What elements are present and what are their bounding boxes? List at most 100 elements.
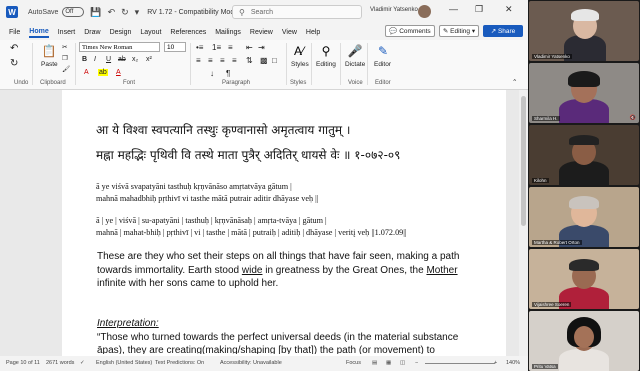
text-predictions-status[interactable]: Text Predictions: On: [155, 360, 204, 366]
styles-group-label: Styles: [290, 80, 307, 86]
paste-icon[interactable]: 📋: [41, 43, 57, 59]
close-button[interactable]: ✕: [505, 4, 513, 15]
borders-icon[interactable]: □: [272, 56, 277, 65]
strikethrough-button[interactable]: ab: [118, 56, 126, 63]
subscript-button[interactable]: x₂: [132, 56, 138, 63]
tab-draw[interactable]: Draw: [84, 28, 100, 37]
page-count[interactable]: Page 10 of 11: [6, 360, 40, 366]
tab-layout[interactable]: Layout: [140, 28, 161, 37]
format-painter-icon[interactable]: 🖌: [62, 65, 70, 73]
highlight-icon[interactable]: ab: [98, 69, 108, 76]
microphone-icon[interactable]: 🎤: [347, 43, 363, 59]
font-size-select[interactable]: 10: [164, 42, 186, 52]
collapse-ribbon-icon[interactable]: ⌃: [512, 78, 517, 86]
dictate-button[interactable]: Dictate: [345, 61, 365, 68]
paste-label[interactable]: Paste: [41, 61, 58, 68]
participant-name: Vladimir Yatsenko: [532, 54, 572, 59]
show-marks-icon[interactable]: ¶: [226, 69, 230, 78]
tab-view[interactable]: View: [282, 28, 297, 37]
copy-icon[interactable]: ❐: [62, 54, 68, 62]
editor-button[interactable]: Editor: [374, 61, 391, 68]
numbering-icon[interactable]: 1≡: [212, 43, 221, 52]
participant-name: Pritu Vatsa: [532, 364, 558, 369]
minimize-button[interactable]: —: [449, 4, 458, 14]
read-mode-icon[interactable]: ▤: [372, 360, 377, 366]
undo-icon[interactable]: ↶: [10, 43, 18, 54]
styles-button[interactable]: Styles: [291, 61, 309, 68]
word-count[interactable]: 2671 words: [46, 360, 74, 366]
find-icon[interactable]: ⚲: [318, 43, 334, 59]
proofing-icon[interactable]: ✓: [80, 360, 85, 366]
line-spacing-icon[interactable]: ⇅: [246, 56, 253, 65]
share-button[interactable]: ↗ Share: [483, 25, 523, 37]
zoom-level[interactable]: 140%: [506, 360, 520, 366]
focus-button[interactable]: Focus: [346, 360, 361, 366]
translation-text-2: in greatness by the Great Ones, the: [262, 264, 427, 276]
participant-tile[interactable]: Pritu Vatsa: [529, 311, 639, 371]
comments-button[interactable]: 💬 Comments: [385, 25, 435, 37]
zoom-in-icon[interactable]: +: [494, 360, 497, 366]
maximize-button[interactable]: ❐: [475, 4, 483, 15]
search-box[interactable]: ⚲ Search: [232, 5, 362, 19]
font-name-select[interactable]: Times New Roman: [79, 42, 160, 52]
tab-design[interactable]: Design: [110, 28, 132, 37]
align-left-icon[interactable]: ≡: [196, 56, 201, 65]
tab-home[interactable]: Home: [29, 27, 49, 38]
word-window: W AutoSave Off 💾 ↶ ↻ ▾ RV 1.72 - Compati…: [0, 0, 528, 371]
superscript-button[interactable]: x²: [146, 56, 152, 63]
editing-button[interactable]: Editing: [316, 61, 336, 68]
tab-file[interactable]: File: [9, 28, 20, 37]
italic-button[interactable]: I: [94, 56, 96, 63]
user-avatar[interactable]: [418, 5, 431, 18]
participant-tile[interactable]: Vijaishree Soeren: [529, 249, 639, 309]
bullets-icon[interactable]: •≡: [196, 43, 203, 52]
autosave-toggle[interactable]: Off: [62, 7, 85, 17]
zoom-out-icon[interactable]: −: [415, 360, 418, 366]
tab-review[interactable]: Review: [250, 28, 273, 37]
redo-icon[interactable]: ↻: [10, 58, 18, 69]
undo-group-label: Undo: [14, 80, 29, 86]
user-name[interactable]: Vladimir Yatsenko: [370, 7, 418, 13]
autosave-label: AutoSave: [28, 8, 59, 16]
participant-tile[interactable]: Sharmila H. 🔇: [529, 63, 639, 123]
web-layout-icon[interactable]: ◫: [400, 360, 405, 366]
scroll-thumb[interactable]: [521, 96, 526, 226]
tab-mailings[interactable]: Mailings: [215, 28, 241, 37]
justify-icon[interactable]: ≡: [232, 56, 237, 65]
styles-icon[interactable]: A⁄: [291, 43, 307, 59]
language-indicator[interactable]: English (United States): [96, 360, 152, 366]
editing-mode-button[interactable]: ✎ Editing ▾: [439, 25, 479, 37]
sort-icon[interactable]: ↓: [210, 69, 214, 78]
accessibility-status[interactable]: Accessibility: Unavailable: [220, 360, 282, 366]
share-label: Share: [497, 27, 516, 35]
bold-button[interactable]: B: [82, 56, 87, 63]
tab-help[interactable]: Help: [306, 28, 320, 37]
align-center-icon[interactable]: ≡: [208, 56, 213, 65]
mic-muted-icon: 🔇: [629, 115, 636, 121]
vertical-scrollbar[interactable]: [519, 90, 528, 356]
tab-references[interactable]: References: [170, 28, 206, 37]
decrease-indent-icon[interactable]: ⇤: [246, 43, 253, 52]
print-layout-icon[interactable]: ▦: [386, 360, 391, 366]
editor-pen-icon[interactable]: ✎: [375, 43, 391, 59]
status-bar: Page 10 of 11 2671 words ✓ English (Unit…: [0, 356, 528, 371]
customize-qat-icon[interactable]: ▾: [135, 7, 140, 18]
participant-tile[interactable]: Martha & Robert Orton: [529, 187, 639, 247]
redo-quick-icon[interactable]: ↻: [121, 7, 129, 18]
font-color-icon[interactable]: A: [116, 69, 121, 76]
underline-button[interactable]: U: [106, 56, 111, 63]
tab-insert[interactable]: Insert: [58, 28, 76, 37]
multilevel-list-icon[interactable]: ≡: [228, 43, 233, 52]
align-right-icon[interactable]: ≡: [220, 56, 225, 65]
participant-tile[interactable]: Kilohn: [529, 125, 639, 185]
save-icon[interactable]: 💾: [90, 7, 101, 18]
transliteration-line-1: ā ye viśvā svapatyāni tasthuḥ kṛṇvānāso …: [96, 182, 292, 191]
undo-quick-icon[interactable]: ↶: [108, 7, 116, 18]
zoom-slider[interactable]: [425, 363, 495, 364]
cut-icon[interactable]: ✂: [62, 43, 67, 51]
text-effects-icon[interactable]: A: [84, 69, 89, 76]
shading-icon[interactable]: ▩: [260, 56, 268, 65]
autosave-state: Off: [65, 9, 74, 15]
increase-indent-icon[interactable]: ⇥: [258, 43, 265, 52]
participant-tile[interactable]: Vladimir Yatsenko: [529, 1, 639, 61]
